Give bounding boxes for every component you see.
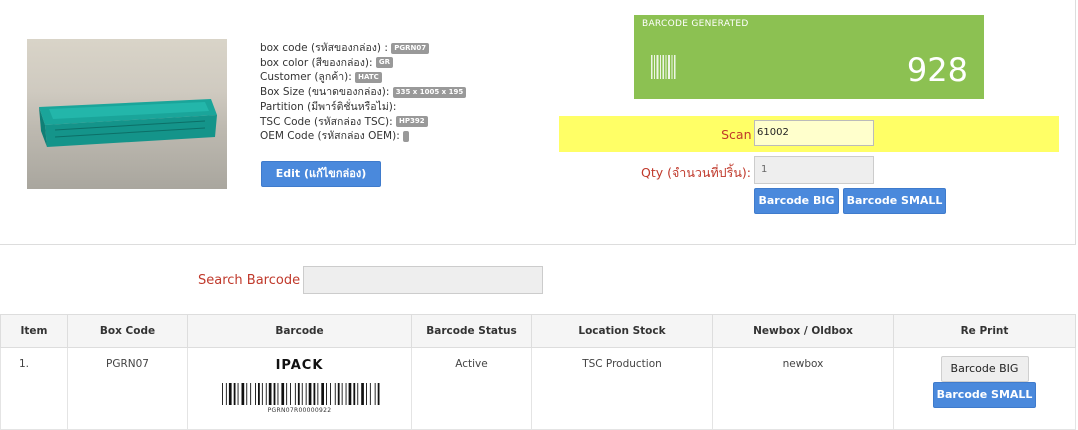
customer-value: HATC — [355, 71, 382, 83]
header-box-code: Box Code — [67, 314, 188, 348]
box-color-label: box color (สีของกล่อง): — [260, 56, 373, 69]
search-barcode-input[interactable] — [303, 266, 543, 294]
box-color-value: GR — [375, 57, 393, 69]
oem-code-row: OEM Code (รหัสกล่อง OEM): — [260, 129, 466, 144]
row-newbox: newbox — [712, 347, 894, 430]
barcode-icon — [651, 55, 676, 79]
barcode-big-button[interactable]: Barcode BIG — [754, 188, 839, 214]
tray-illustration — [39, 99, 217, 147]
customer-row: Customer (ลูกค้า): HATC — [260, 70, 466, 85]
qty-input[interactable]: 1 — [754, 156, 874, 184]
ipack-logo: IPACK — [275, 358, 324, 373]
row-status: Active — [411, 347, 532, 430]
row-item: 1. — [0, 347, 68, 430]
header-item: Item — [0, 314, 68, 348]
barcode-generated-card: BARCODE GENERATED 928 — [634, 15, 984, 99]
row-box-code: PGRN07 — [67, 347, 188, 430]
box-code-label: box code (รหัสของกล่อง) : — [260, 42, 388, 54]
row-barcode: IPACK PGRN07R00000922 — [187, 347, 412, 430]
table-row: 1. PGRN07 IPACK PGRN07R00000922 Active T… — [0, 347, 1076, 430]
barcode-image — [221, 383, 379, 405]
barcode-text: PGRN07R00000922 — [267, 407, 332, 414]
box-size-value: 335 x 1005 x 195 — [392, 86, 467, 98]
header-reprint: Re Print — [893, 314, 1076, 348]
header-newbox-oldbox: Newbox / Oldbox — [712, 314, 894, 348]
qty-label: Qty (จำนวนที่ปริ้น): — [641, 165, 751, 180]
table-header-row: Item Box Code Barcode Barcode Status Loc… — [0, 314, 1076, 348]
barcode-table: Item Box Code Barcode Barcode Status Loc… — [0, 314, 1076, 430]
scan-emp-row: Scan Emp ID: 61002 — [559, 116, 1059, 152]
box-photo — [27, 39, 227, 189]
partition-row: Partition (มีพาร์ติชั่นหรือไม่): — [260, 100, 466, 115]
tsc-code-value: HP392 — [395, 116, 428, 128]
barcode-generated-title: BARCODE GENERATED — [642, 19, 749, 29]
box-code-row: box code (รหัสของกล่อง) : PGRN07 — [260, 41, 466, 56]
edit-box-button[interactable]: Edit (แก้ไขกล่อง) — [261, 161, 381, 187]
reprint-small-button[interactable]: Barcode SMALL — [933, 382, 1036, 408]
barcode-generated-count: 928 — [906, 51, 968, 89]
box-size-row: Box Size (ขนาดของกล่อง): 335 x 1005 x 19… — [260, 85, 467, 100]
reprint-big-button[interactable]: Barcode BIG — [940, 356, 1029, 382]
tsc-code-row: TSC Code (รหัสกล่อง TSC): HP392 — [260, 115, 466, 130]
partition-label: Partition (มีพาร์ติชั่นหรือไม่): — [260, 100, 397, 113]
header-location-stock: Location Stock — [531, 314, 713, 348]
oem-code-value — [403, 130, 410, 142]
box-info: box code (รหัสของกล่อง) : PGRN07 box col… — [260, 41, 467, 144]
customer-label: Customer (ลูกค้า): — [260, 71, 352, 84]
box-code-value: PGRN07 — [391, 42, 430, 54]
oem-code-label: OEM Code (รหัสกล่อง OEM): — [260, 130, 400, 143]
tsc-code-label: TSC Code (รหัสกล่อง TSC): — [260, 115, 393, 128]
row-location: TSC Production — [531, 347, 713, 430]
box-size-label: Box Size (ขนาดของกล่อง): — [260, 86, 390, 99]
search-barcode-label: Search Barcode : — [198, 273, 309, 288]
header-barcode-status: Barcode Status — [411, 314, 532, 348]
barcode-small-button[interactable]: Barcode SMALL — [843, 188, 946, 214]
scan-emp-input[interactable]: 61002 — [754, 120, 874, 146]
row-reprint: Barcode BIG Barcode SMALL — [893, 347, 1076, 430]
box-color-row: box color (สีของกล่อง): GR — [260, 56, 466, 71]
header-barcode: Barcode — [187, 314, 412, 348]
